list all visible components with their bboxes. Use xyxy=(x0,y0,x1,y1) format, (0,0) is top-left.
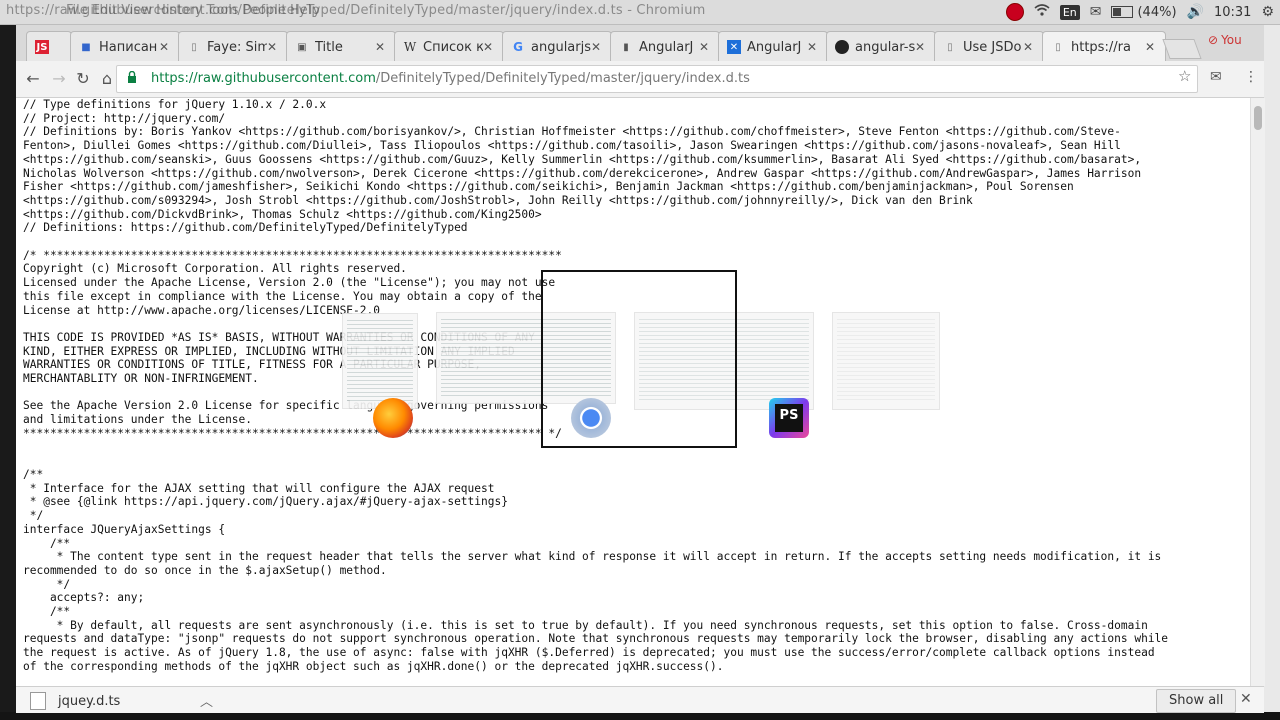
wifi-icon[interactable] xyxy=(1034,4,1050,20)
mail-extension-icon[interactable]: ✉ xyxy=(1210,69,1222,85)
window-thumbnail-firefox[interactable] xyxy=(342,313,418,409)
google-icon: G xyxy=(513,40,523,54)
window-thumbnail-phpstorm[interactable] xyxy=(832,312,940,410)
tab-close-icon[interactable]: ✕ xyxy=(267,40,281,54)
system-top-bar: https://raw.githubusercontent.com/Defini… xyxy=(0,0,1280,25)
tab-use-jsdoc[interactable]: ▯ Use JSDo ✕ xyxy=(934,31,1044,62)
home-icon[interactable]: ⌂ xyxy=(96,68,118,90)
page-icon: ▯ xyxy=(1055,41,1061,53)
js-icon: JS xyxy=(35,40,49,54)
vertical-scrollbar[interactable] xyxy=(1250,98,1265,686)
browser-toolbar: ← → ↻ ⌂ https://raw.githubusercontent.co… xyxy=(16,61,1264,98)
tab-faye[interactable]: ▯ Faye: Sim ✕ xyxy=(178,31,288,62)
back-arrow-icon[interactable]: ← xyxy=(22,68,44,90)
image-icon: ▣ xyxy=(297,41,307,53)
chromium-icon[interactable] xyxy=(571,398,611,438)
desktop-right-edge xyxy=(1264,25,1280,712)
chevron-up-icon[interactable]: ︿ xyxy=(200,691,213,710)
download-bar: jquey.d.ts ︿ Show all ✕ xyxy=(16,686,1264,713)
tab-close-icon[interactable]: ✕ xyxy=(375,40,389,54)
tab-close-icon[interactable]: ✕ xyxy=(699,40,713,54)
tab-angular-s[interactable]: angular-s ✕ xyxy=(826,31,936,62)
tab-napisan[interactable]: ■ Написан ✕ xyxy=(70,31,180,62)
tab-close-icon[interactable]: ✕ xyxy=(1023,40,1037,54)
github-icon xyxy=(835,40,849,54)
tab-strip: JS ■ Написан ✕ ▯ Faye: Sim ✕ ▣ Title ✕ W… xyxy=(16,25,1264,62)
profile-button[interactable]: ⊘ You xyxy=(1208,33,1242,47)
download-item[interactable]: jquey.d.ts xyxy=(30,691,120,711)
desktop-left-edge xyxy=(0,25,16,712)
record-indicator-icon[interactable] xyxy=(1005,3,1024,21)
tab-angularj-1[interactable]: ▮ AngularJ ✕ xyxy=(610,31,720,62)
tab-active-raw[interactable]: ▯ https://ra ✕ xyxy=(1042,31,1166,62)
page-icon: ▯ xyxy=(947,41,953,53)
tab-close-icon[interactable]: ✕ xyxy=(159,40,173,54)
keyboard-layout-indicator[interactable]: En xyxy=(1059,4,1080,20)
tab-angularj-2[interactable]: ✕ AngularJ ✕ xyxy=(718,31,828,62)
address-bar[interactable]: https://raw.githubusercontent.com/Defini… xyxy=(116,65,1198,93)
wikipedia-icon: W xyxy=(403,40,417,54)
reload-icon[interactable]: ↻ xyxy=(72,68,94,90)
clock[interactable]: 10:31 xyxy=(1214,5,1251,20)
page-icon: ▯ xyxy=(191,41,197,53)
file-icon xyxy=(30,692,46,710)
download-filename: jquey.d.ts xyxy=(58,693,121,709)
menu-kebab-icon[interactable]: ⋮ xyxy=(1244,69,1258,85)
tab-close-icon[interactable]: ✕ xyxy=(1145,40,1159,54)
address-url: https://raw.githubusercontent.com/Defini… xyxy=(151,71,750,86)
close-icon[interactable]: ✕ xyxy=(1240,691,1252,707)
tab-angularjs-google[interactable]: G angularjs ✕ xyxy=(502,31,612,62)
battery-percent: (44%) xyxy=(1137,4,1177,20)
settings-gear-icon[interactable]: ⚙ xyxy=(1261,4,1274,20)
tab-title[interactable]: ▣ Title ✕ xyxy=(286,31,396,62)
bookmark-icon: ■ xyxy=(81,41,91,53)
app-menu-bar[interactable]: File Edit View History Tools People Help xyxy=(66,3,320,18)
android-icon: ▮ xyxy=(623,41,629,53)
tab-close-icon[interactable]: ✕ xyxy=(915,40,929,54)
system-tray: En ✉ (44%) 🔊 10:31 ⚙ xyxy=(1005,2,1274,22)
new-tab-button[interactable] xyxy=(1162,39,1202,59)
tab-close-icon[interactable]: ✕ xyxy=(591,40,605,54)
bookmark-star-icon[interactable]: ☆ xyxy=(1178,67,1191,85)
battery-icon xyxy=(1111,6,1134,18)
profile-icon: ⊘ xyxy=(1208,33,1219,47)
firefox-icon[interactable] xyxy=(373,398,413,438)
bookmark-icon: ✕ xyxy=(727,40,741,54)
tab-close-icon[interactable]: ✕ xyxy=(807,40,821,54)
tab-spisok[interactable]: W Список к ✕ xyxy=(394,31,504,62)
mail-icon[interactable]: ✉ xyxy=(1090,4,1102,20)
volume-icon[interactable]: 🔊 xyxy=(1187,4,1204,20)
show-all-button[interactable]: Show all xyxy=(1156,689,1237,713)
forward-arrow-icon[interactable]: → xyxy=(48,68,70,90)
scrollbar-thumb[interactable] xyxy=(1254,106,1262,130)
lock-icon xyxy=(128,71,136,83)
tab-js[interactable]: JS xyxy=(26,31,72,62)
tab-close-icon[interactable]: ✕ xyxy=(483,40,497,54)
phpstorm-icon[interactable]: PS xyxy=(769,398,809,438)
battery-indicator[interactable]: (44%) xyxy=(1111,4,1177,20)
